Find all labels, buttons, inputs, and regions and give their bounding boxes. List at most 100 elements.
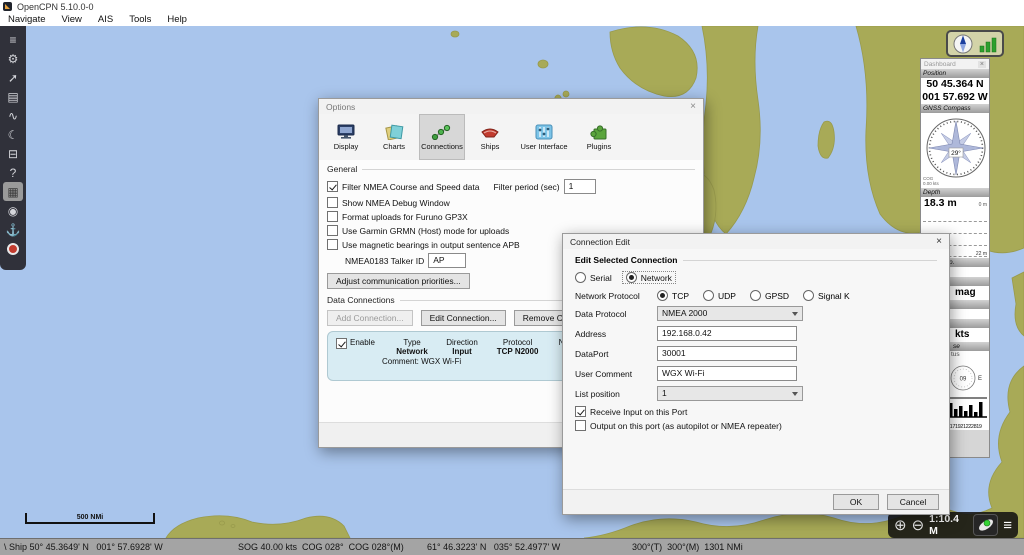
chart-outlines-icon[interactable]: ▦	[3, 182, 23, 201]
gpsd-radio[interactable]	[749, 290, 761, 301]
gnss-compass-header: GNSS Compass	[921, 104, 989, 113]
zoom-out-icon[interactable]: ⊖	[912, 518, 925, 533]
menu-tools[interactable]: Tools	[121, 14, 159, 25]
menu-view[interactable]: View	[54, 14, 90, 25]
track-icon[interactable]: ∿	[3, 106, 23, 125]
options-titlebar[interactable]: Options ×	[319, 99, 703, 114]
edit-connection-button[interactable]: Edit Connection...	[420, 310, 506, 326]
tab-plugins[interactable]: Plugins	[575, 114, 623, 160]
window-title: OpenCPN 5.10.0-0	[17, 1, 94, 12]
list-position-select[interactable]: 1	[657, 386, 803, 401]
dashboard-close-icon[interactable]: ×	[977, 60, 986, 68]
ais-targets-icon[interactable]: ◉	[3, 201, 23, 220]
signalk-radio[interactable]	[803, 290, 815, 301]
main-menu-icon[interactable]: ≡	[3, 30, 23, 49]
help-icon[interactable]: ?	[3, 163, 23, 182]
dataport-row: DataPort 30001	[575, 346, 937, 361]
dashboard-titlebar[interactable]: Dashboard ×	[921, 59, 989, 69]
charts-icon	[385, 124, 404, 140]
nmea-debug-checkbox[interactable]	[327, 197, 338, 208]
data-protocol-select[interactable]: NMEA 2000	[657, 306, 803, 321]
tab-charts[interactable]: Charts	[371, 114, 417, 160]
address-input[interactable]: 192.168.0.42	[657, 326, 797, 341]
network-radio[interactable]	[625, 272, 637, 283]
enc-text-icon[interactable]: ⚓	[3, 220, 23, 239]
network-option[interactable]: Network	[621, 271, 676, 284]
magnetic-apb-checkbox[interactable]	[327, 239, 338, 250]
chart-glyph: ▤	[7, 89, 19, 104]
create-route-icon[interactable]: ➚	[3, 68, 23, 87]
network-protocol-row: Network Protocol TCP UDP GPSD Signal K	[575, 290, 937, 301]
serial-radio[interactable]	[575, 272, 586, 283]
connection-enable-checkbox[interactable]	[336, 338, 347, 349]
network-label: Network	[640, 272, 672, 283]
dataport-input[interactable]: 30001	[657, 346, 797, 361]
status-bar: \ Ship 50° 45.3649' N 001° 57.6928' W SO…	[0, 538, 1024, 555]
boat-icon	[978, 519, 993, 531]
zoom-in-icon[interactable]: ⊕	[894, 518, 907, 533]
menu-help[interactable]: Help	[159, 14, 195, 25]
address-row: Address 192.168.0.42	[575, 326, 937, 341]
cog-value: 0.00 kts	[923, 181, 939, 186]
furuno-row: Format uploads for Furuno GP3X	[327, 211, 695, 222]
print-icon[interactable]: ⊟	[3, 144, 23, 163]
signalk-option[interactable]: Signal K	[803, 290, 850, 301]
edit-selected-section-label: Edit Selected Connection	[575, 255, 937, 265]
tcp-radio[interactable]	[657, 290, 668, 301]
data-protocol-row: Data Protocol NMEA 2000	[575, 306, 937, 321]
route-bearing-text: 300°(T) 300°(M) 1301 NMi	[632, 542, 743, 552]
protocol-value: TCP N2000	[496, 347, 539, 356]
menu-ais[interactable]: AIS	[90, 14, 121, 25]
connection-edit-close-icon[interactable]: ×	[936, 236, 942, 247]
gps-status-widget[interactable]	[946, 30, 1004, 57]
furuno-checkbox[interactable]	[327, 211, 338, 222]
tab-user-interface[interactable]: User Interface	[515, 114, 573, 160]
depth-value: 18.3 m	[924, 197, 957, 209]
menu-navigate[interactable]: Navigate	[0, 14, 54, 25]
main-menu-glyph: ≡	[9, 32, 17, 47]
sog-cog-text: SOG 40.00 kts COG 028° COG 028°(M)	[238, 542, 404, 552]
satellite-bars-icon	[947, 397, 987, 418]
menu-burger-icon[interactable]: ≡	[1003, 517, 1012, 534]
settings-gear-icon[interactable]: ⚙	[3, 49, 23, 68]
mini-compass-value: 09	[960, 377, 967, 383]
udp-radio[interactable]	[703, 290, 714, 301]
chart-icon[interactable]: ▤	[3, 87, 23, 106]
add-connection-button[interactable]: Add Connection...	[327, 310, 413, 326]
cancel-button[interactable]: Cancel	[887, 494, 939, 510]
garmin-checkbox[interactable]	[327, 225, 338, 236]
type-value: Network	[396, 347, 428, 356]
udp-option[interactable]: UDP	[703, 290, 736, 301]
connections-icon	[431, 124, 451, 140]
ok-button[interactable]: OK	[833, 494, 879, 510]
tab-display[interactable]: Display	[323, 114, 369, 160]
gpsd-option[interactable]: GPSD	[749, 290, 789, 301]
options-close-icon[interactable]: ×	[690, 101, 696, 112]
serial-option[interactable]: Serial	[575, 272, 612, 283]
depth-value-row: 18.3 m 0 m	[921, 197, 989, 210]
user-comment-input[interactable]: WGX Wi-Fi	[657, 366, 797, 381]
data-protocol-value: NMEA 2000	[662, 308, 708, 318]
mob-icon[interactable]	[3, 239, 23, 258]
adjust-priorities-button[interactable]: Adjust communication priorities...	[327, 273, 470, 289]
connection-edit-titlebar[interactable]: Connection Edit ×	[563, 234, 949, 249]
filter-period-label: Filter period (sec)	[493, 181, 560, 192]
compass-cog-text: COG 0.00 kts	[923, 176, 939, 186]
tcp-option[interactable]: TCP	[657, 290, 689, 301]
night-mode-icon[interactable]: ☾	[3, 125, 23, 144]
talker-id-input[interactable]: AP	[428, 253, 467, 268]
receive-input-checkbox[interactable]	[575, 406, 586, 417]
mob-glyph	[7, 242, 19, 255]
filter-period-input[interactable]: 1	[563, 179, 596, 194]
connection-col-type: Type Network	[388, 338, 436, 356]
connection-col-direction: Direction Input	[436, 338, 488, 356]
connection-edit-body: Edit Selected Connection Serial Network …	[563, 249, 949, 490]
follow-ship-button[interactable]	[973, 514, 999, 536]
tab-ships[interactable]: Ships	[467, 114, 513, 160]
filter-nmea-checkbox[interactable]	[327, 181, 338, 192]
canvas-controls: ⊕ ⊖ 1:10.4 M ≡	[888, 512, 1018, 538]
print-glyph: ⊟	[7, 146, 19, 161]
tab-connections[interactable]: Connections	[419, 114, 465, 160]
output-port-checkbox[interactable]	[575, 420, 586, 431]
tab-charts-label: Charts	[382, 141, 406, 151]
